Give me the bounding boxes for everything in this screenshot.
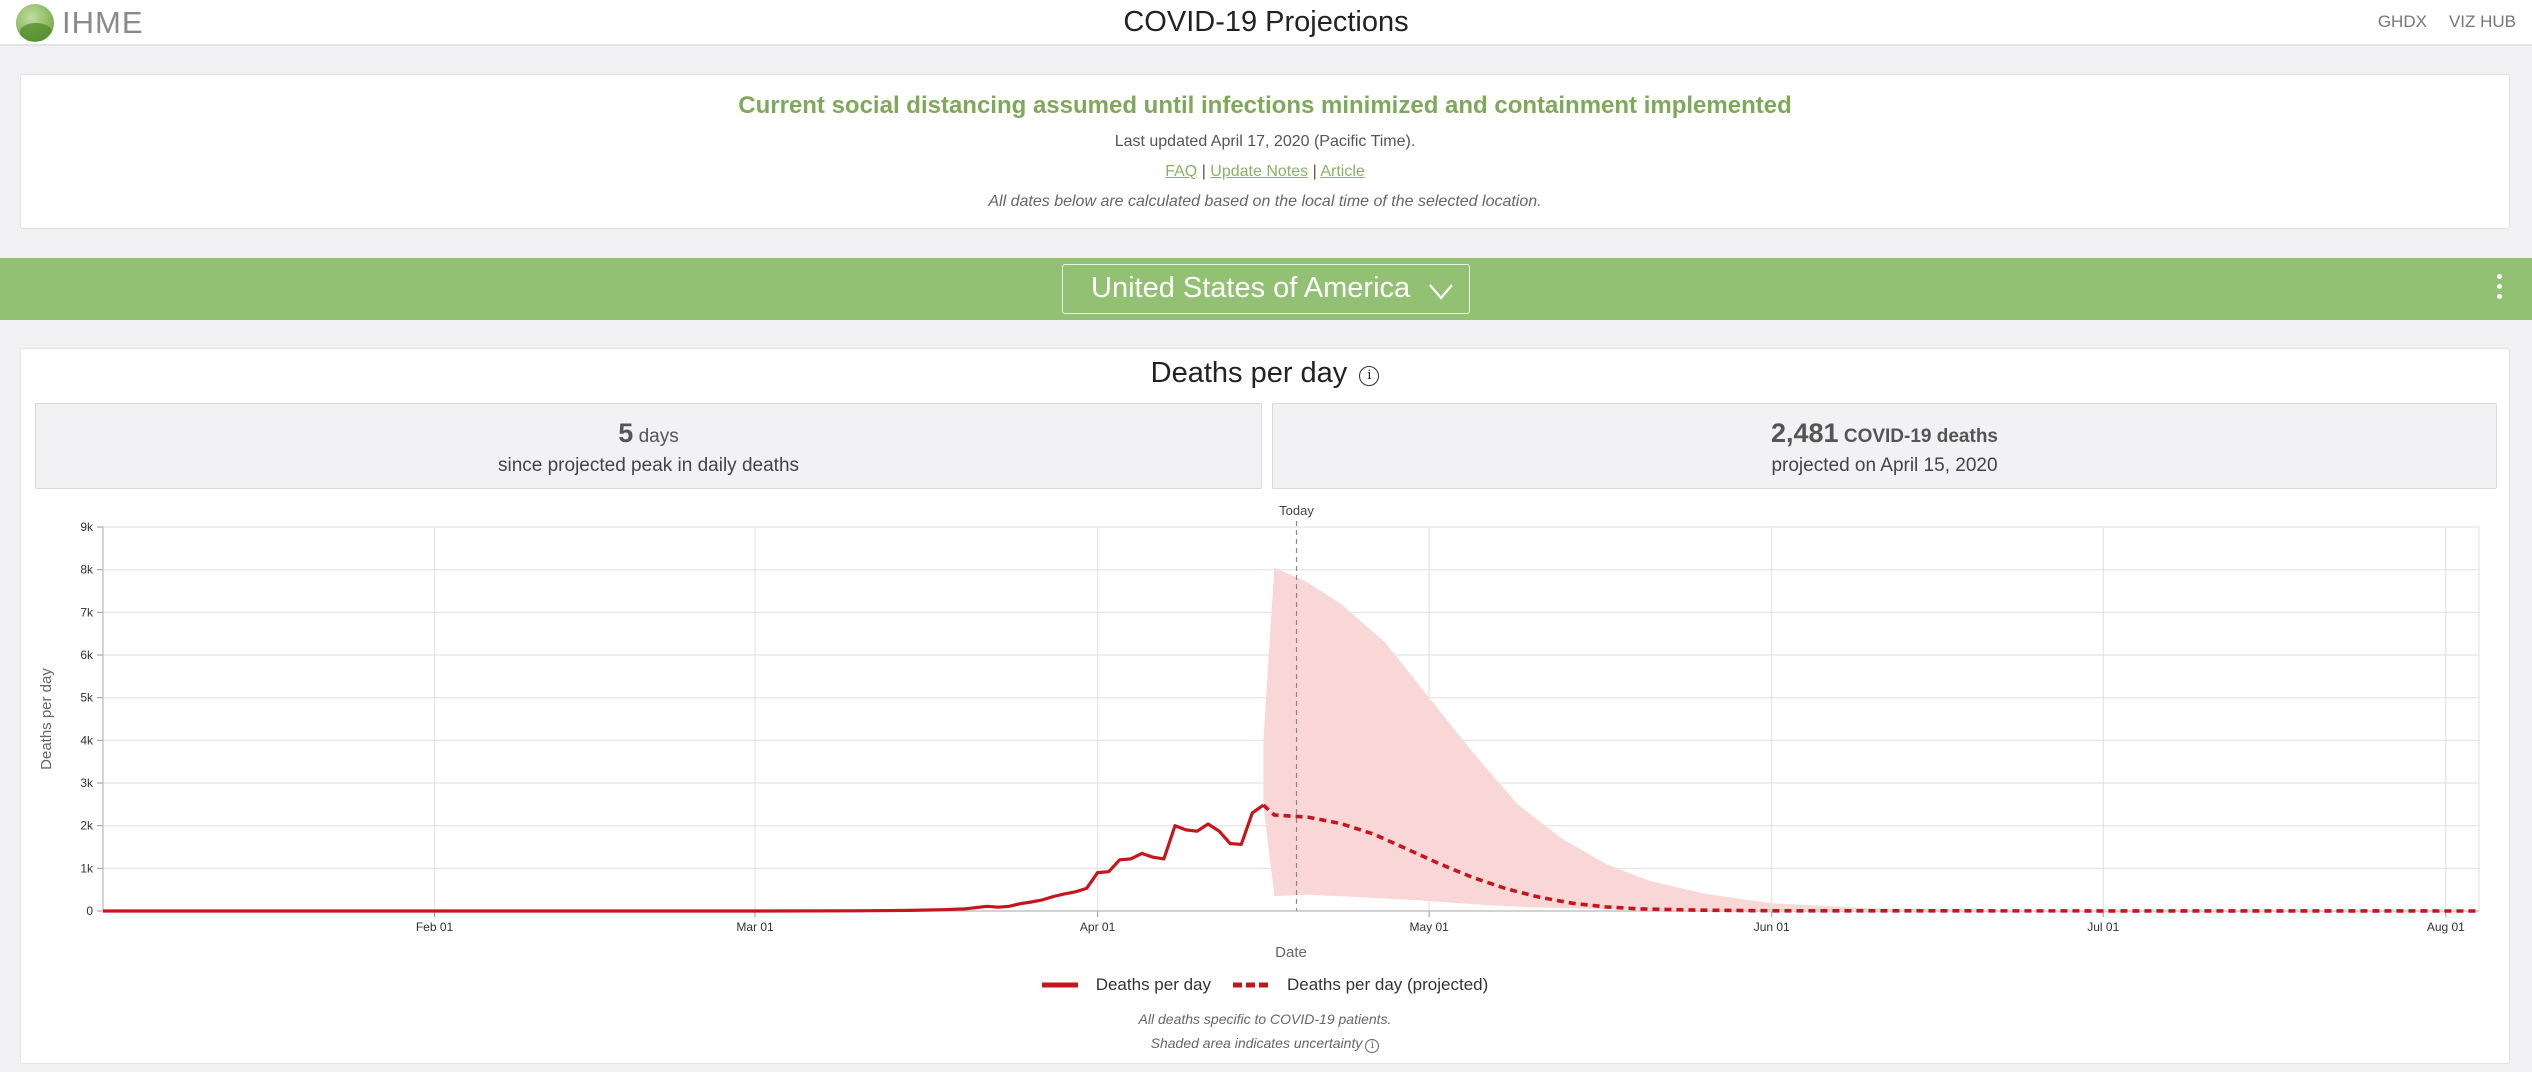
ghdx-link[interactable]: GHDX	[2378, 12, 2427, 32]
y-tick-label: 6k	[80, 648, 94, 662]
x-tick-label: May 01	[1409, 920, 1449, 934]
y-tick-label: 7k	[80, 605, 94, 619]
today-label: Today	[1279, 503, 1314, 518]
deaths-chart[interactable]: 0 1k 2k 3k 4k 5k 6k 7k 8k 9k Feb 01 Mar 01 Apr 01 May…	[21, 497, 2511, 967]
scenario-headline: Current social distancing assumed until …	[738, 92, 1792, 119]
more-vertical-icon[interactable]	[2494, 274, 2504, 304]
x-tick-label: Jun 01	[1754, 920, 1790, 934]
legend-item-observed[interactable]: Deaths per day	[1041, 975, 1211, 995]
x-axis-title: Date	[1275, 944, 1307, 961]
y-tick-label: 9k	[80, 520, 94, 534]
legend-swatch-solid	[1041, 982, 1078, 988]
top-bar: IHME COVID-19 Projections GHDX VIZ HUB	[0, 0, 2532, 46]
info-icon[interactable]: i	[1359, 366, 1380, 386]
info-card: Current social distancing assumed until …	[20, 74, 2510, 229]
legend-swatch-dashed	[1233, 982, 1269, 988]
stat-peak-caption: since projected peak in daily deaths	[497, 455, 800, 476]
top-links: GHDX VIZ HUB	[2378, 12, 2516, 32]
x-tick-label: Jul 01	[2087, 920, 2119, 934]
stat-peak-value: 5	[618, 418, 634, 448]
x-tick-label: Aug 01	[2427, 920, 2465, 934]
update-notes-link[interactable]: Update Notes	[1210, 163, 1308, 180]
link-separator: |	[1312, 163, 1317, 180]
y-tick-label: 3k	[80, 776, 94, 790]
legend-label-observed: Deaths per day	[1095, 975, 1211, 994]
stat-peak-unit: days	[638, 426, 679, 447]
y-tick-label: 2k	[80, 819, 94, 833]
y-axis-title: Deaths per day	[38, 668, 55, 770]
series-line-observed	[103, 803, 1265, 913]
footnote-uncertainty-text: Shaded area indicates uncertainty	[1150, 1035, 1363, 1051]
stat-deaths: 2,481 COVID-19 deaths projected on April…	[1272, 403, 2497, 489]
panel-title-text: Deaths per day	[1150, 357, 1348, 389]
y-tick-label: 4k	[80, 733, 94, 747]
article-link[interactable]: Article	[1320, 163, 1364, 180]
y-tick-label: 1k	[80, 861, 94, 875]
stat-deaths-caption: projected on April 15, 2020	[1771, 455, 1998, 476]
deaths-per-day-panel: Deaths per day i 5 days since projected …	[20, 348, 2510, 1064]
dates-note: All dates below are calculated based on …	[988, 193, 1542, 210]
stat-deaths-unit: COVID-19 deaths	[1843, 426, 1998, 447]
uncertainty-info-icon[interactable]: i	[1365, 1039, 1380, 1053]
y-tick-label: 5k	[80, 691, 94, 705]
location-bar: United States of America	[0, 258, 2532, 320]
app-title: COVID-19 Projections	[1123, 6, 1409, 38]
location-label: United States of America	[1091, 272, 1411, 304]
x-tick-label: Feb 01	[416, 920, 454, 934]
stat-deaths-value: 2,481	[1770, 418, 1839, 448]
legend-label-projected: Deaths per day (projected)	[1287, 975, 1489, 994]
chart-legend: Deaths per day Deaths per day (projected…	[21, 975, 2509, 995]
stat-peak: 5 days since projected peak in daily dea…	[35, 403, 1262, 489]
link-separator: |	[1201, 163, 1206, 180]
panel-title: Deaths per day i	[21, 357, 2509, 390]
location-dropdown[interactable]: United States of America	[1062, 264, 1470, 314]
info-links: FAQ | Update Notes | Article	[21, 163, 2509, 181]
x-tick-label: Mar 01	[736, 920, 774, 934]
footnote-deaths: All deaths specific to COVID-19 patients…	[1138, 1011, 1392, 1027]
y-tick-label: 8k	[80, 563, 94, 577]
viz-hub-link[interactable]: VIZ HUB	[2449, 12, 2516, 32]
legend-item-projected[interactable]: Deaths per day (projected)	[1233, 975, 1488, 995]
chevron-down-icon	[1429, 284, 1453, 300]
last-updated: Last updated April 17, 2020 (Pacific Tim…	[1114, 133, 1416, 150]
x-tick-label: Apr 01	[1080, 920, 1116, 934]
y-tick-label: 0	[86, 904, 93, 918]
uncertainty-band	[1263, 567, 2479, 911]
faq-link[interactable]: FAQ	[1165, 163, 1197, 180]
footnote-uncertainty: Shaded area indicates uncertainty i	[21, 1035, 2509, 1053]
